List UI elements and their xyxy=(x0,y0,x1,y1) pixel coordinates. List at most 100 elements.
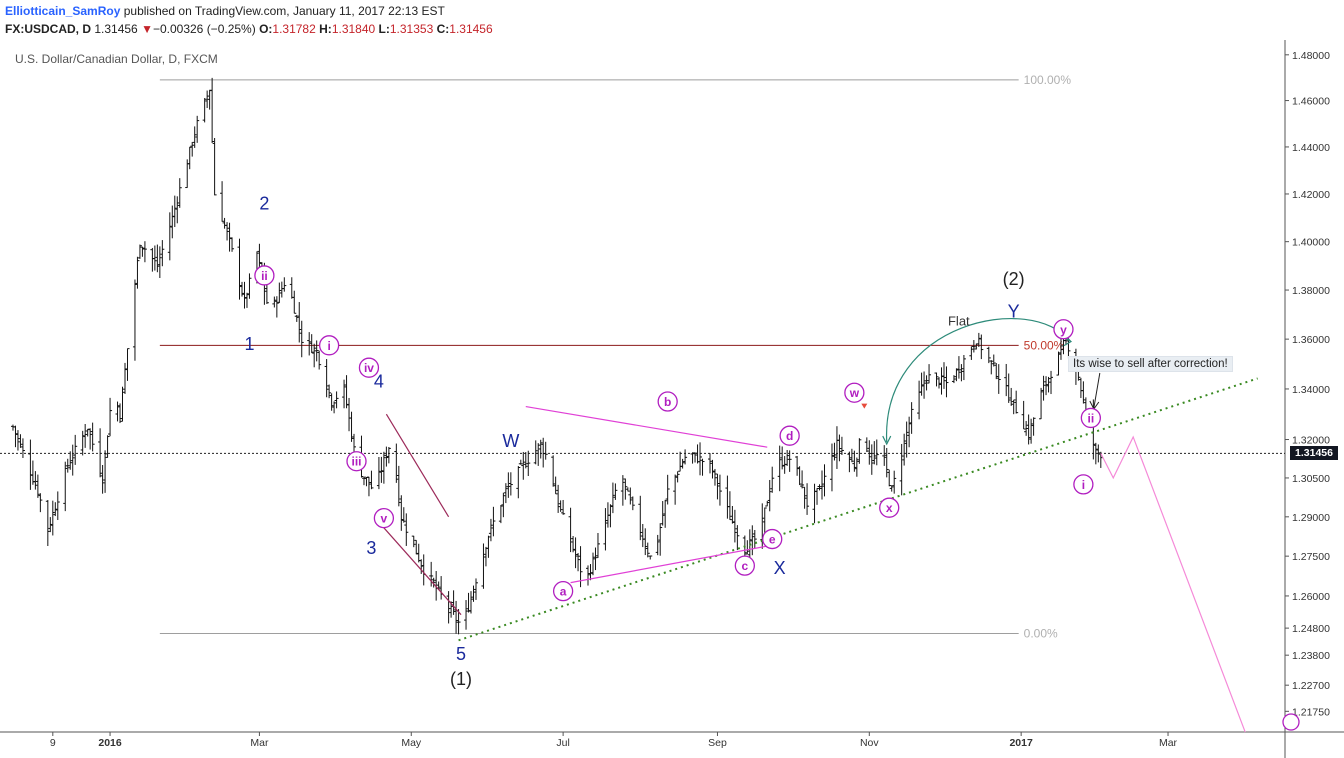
ohlc-bar xyxy=(752,529,757,549)
ohlc-bar xyxy=(725,475,730,519)
ohlc-bar xyxy=(157,246,162,278)
wave-label-circled: i xyxy=(318,335,340,356)
ohlc-bar xyxy=(48,517,53,533)
header-bar: Elliotticain_SamRoy published on Trading… xyxy=(0,0,1344,40)
ohlc-bar xyxy=(237,238,242,300)
ohlc-bar xyxy=(680,458,685,469)
support-trendline xyxy=(458,377,1258,642)
ohlc-bar xyxy=(815,487,820,505)
wave-label-primary: 2 xyxy=(259,193,269,213)
ohlc-bar xyxy=(899,443,904,496)
ohlc-bar xyxy=(38,493,43,513)
ohlc-bar xyxy=(299,320,304,358)
ohlc-bar xyxy=(369,470,374,490)
y-tick-label: 1.36000 xyxy=(1292,334,1330,346)
ohlc-bar xyxy=(70,444,75,476)
high-label: H: xyxy=(319,22,332,36)
ohlc-bar xyxy=(543,441,548,460)
chart-area[interactable]: 1.48000 1.46000 1.44000 1.42000 1.40000 1.380… xyxy=(0,40,1344,758)
ohlc-bar xyxy=(586,565,591,586)
ohlc-bar xyxy=(777,445,782,492)
wave-label-circled: v xyxy=(373,507,395,529)
ohlc-bar xyxy=(518,459,523,465)
ohlc-bar xyxy=(523,452,528,469)
ohlc-bar xyxy=(735,525,740,551)
wave-label-primary: 1 xyxy=(244,334,254,354)
ohlc-bar xyxy=(717,474,722,506)
ohlc-bar xyxy=(869,444,874,475)
ohlc-bar xyxy=(902,433,907,466)
y-tick-label: 1.46000 xyxy=(1292,96,1330,108)
wave-label-primary: X xyxy=(774,558,786,578)
ohlc-bar xyxy=(170,205,175,239)
wave-label-circled: ii xyxy=(254,265,275,286)
ohlc-bar xyxy=(805,483,810,515)
wave-label-primary: W xyxy=(502,431,519,451)
y-tick-label: 1.22700 xyxy=(1292,680,1330,692)
ohlc-bar xyxy=(1004,363,1009,397)
ohlc-bar xyxy=(541,437,546,468)
ohlc-bar xyxy=(152,245,157,271)
ohlc-bar xyxy=(481,543,486,589)
x-tick-label: Sep xyxy=(708,737,727,749)
ohlc-bar xyxy=(307,332,312,356)
last-price: 1.31456 xyxy=(94,22,138,36)
ohlc-bar xyxy=(125,348,130,381)
ohlc-bar xyxy=(969,346,974,360)
ohlc-bar xyxy=(464,600,469,630)
ohlc-bar xyxy=(421,554,426,586)
ohlc-bar xyxy=(732,509,737,543)
y-tick-label: 1.38000 xyxy=(1292,285,1330,297)
ohlc-bar xyxy=(190,141,195,157)
ohlc-bar xyxy=(486,535,491,558)
ohlc-bar xyxy=(212,137,217,196)
wave-label-circled: iv xyxy=(358,357,380,378)
ohlc-bar xyxy=(867,440,872,465)
ohlc-bar xyxy=(1078,377,1083,399)
wave-labels: 12345(1)(2)WXYiiiiiiivvabcdewxyiii xyxy=(244,193,1102,689)
wave-label-text: v xyxy=(381,512,388,526)
ohlc-bar xyxy=(334,391,339,409)
ohlc-bar xyxy=(317,350,322,370)
ohlc-bar xyxy=(53,502,58,517)
ohlc-bar xyxy=(98,428,103,478)
ohlc-bar xyxy=(195,115,200,143)
ohlc-bar xyxy=(917,380,922,420)
ohlc-bar xyxy=(364,476,369,487)
wave-label-text: i xyxy=(327,339,330,353)
ohlc-bar xyxy=(1041,375,1046,401)
wave-label-text: y xyxy=(1060,323,1067,337)
ohlc-bar xyxy=(503,483,508,504)
ohlc-bar xyxy=(135,256,140,289)
wave-label-text: d xyxy=(786,429,793,443)
ohlc-bar xyxy=(342,379,347,409)
ohlc-bar xyxy=(553,476,558,495)
author-link[interactable]: Elliotticain_SamRoy xyxy=(5,4,120,18)
ohlc-bar xyxy=(483,546,488,567)
ohlc-bar xyxy=(118,403,123,424)
wave-label-primary: 3 xyxy=(366,538,376,558)
ohlc-bar xyxy=(332,401,337,414)
ohlc-bar xyxy=(780,446,785,470)
fib-level-label: 50.00% xyxy=(1024,338,1065,352)
y-tick-label: 1.24800 xyxy=(1292,623,1330,635)
y-tick-label: 1.30500 xyxy=(1292,473,1330,485)
ohlc-bar xyxy=(889,485,894,492)
ohlc-bar xyxy=(516,466,521,499)
last-price-tag: 1.31456 xyxy=(1290,446,1338,461)
ohlc-bar xyxy=(595,533,600,558)
ohlc-bar xyxy=(795,455,800,476)
price-chart[interactable]: 1.48000 1.46000 1.44000 1.42000 1.40000 1.380… xyxy=(0,40,1344,758)
ohlc-bar xyxy=(451,590,456,615)
y-tick-label: 1.21750 xyxy=(1292,706,1330,718)
ohlc-bar xyxy=(1081,381,1086,404)
ohlc-bar xyxy=(645,542,650,558)
projection-path xyxy=(1100,435,1246,733)
wave-label-text: i xyxy=(1082,478,1085,492)
wave-label-text: ii xyxy=(261,269,268,283)
ohlc-bar xyxy=(590,552,595,576)
ohlc-bar xyxy=(919,372,924,396)
wave-label-circled: y xyxy=(1053,319,1074,340)
ohlc-bar xyxy=(593,547,598,571)
ohlc-bar xyxy=(289,277,294,299)
